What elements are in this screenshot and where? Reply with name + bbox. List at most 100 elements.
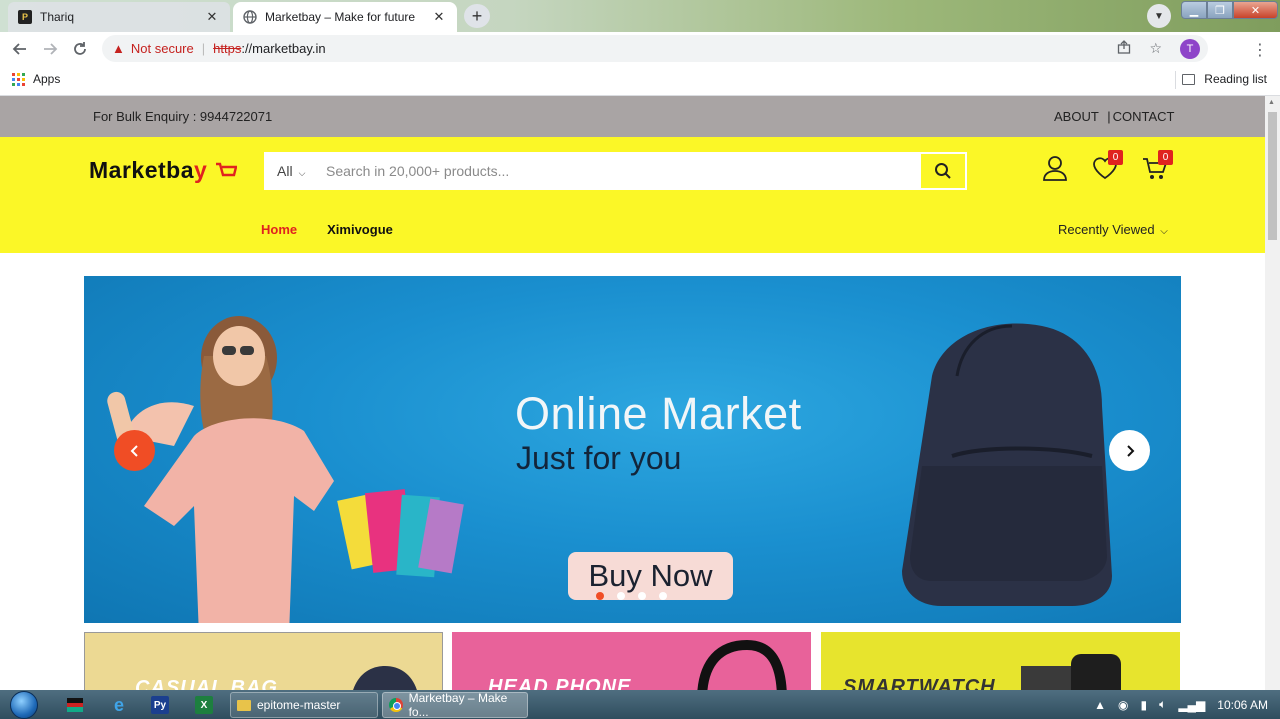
divider: |	[201, 41, 206, 56]
scrollbar-thumb[interactable]	[1268, 112, 1277, 240]
backpack-image	[902, 323, 1112, 606]
python-app-icon[interactable]: Py	[151, 696, 169, 714]
nav-home[interactable]: Home	[261, 222, 297, 237]
chrome-icon	[389, 698, 403, 712]
carousel-next-button[interactable]	[1109, 430, 1150, 471]
page-scrollbar[interactable]: ▲	[1265, 96, 1280, 690]
not-secure-label[interactable]: Not secure	[131, 41, 194, 56]
carousel-dot[interactable]	[617, 592, 625, 600]
apps-label: Apps	[33, 72, 61, 86]
hero-carousel: Online Market Just for you Buy Now	[84, 276, 1181, 623]
hero-subtitle: Just for you	[516, 440, 682, 476]
recently-viewed-dropdown[interactable]: Recently Viewed ⌵	[1058, 222, 1168, 237]
top-links: ABOUT | CONTACT	[1054, 109, 1174, 124]
search-input[interactable]	[326, 156, 921, 186]
tab-title: Thariq	[40, 10, 75, 24]
minimize-button[interactable]: ▁	[1181, 1, 1207, 19]
main-nav: Home Ximivogue	[261, 222, 393, 237]
profile-avatar[interactable]: T	[1180, 38, 1200, 59]
about-link[interactable]: ABOUT	[1054, 109, 1099, 124]
wishlist-button[interactable]: 0	[1091, 150, 1123, 184]
forward-arrow-icon[interactable]	[38, 37, 62, 61]
chevron-left-icon	[130, 444, 138, 457]
category-tile-casual-bag[interactable]: CASUAL BAG	[84, 632, 443, 690]
windows-taskbar: e Py X epitome-master Marketbay – Make f…	[0, 690, 1280, 719]
reading-list-button[interactable]: Reading list	[1182, 72, 1267, 86]
scroll-up-icon[interactable]: ▲	[1268, 99, 1275, 106]
search-category-value: All	[277, 163, 293, 179]
window-controls: ▁ ❐ ✕	[1181, 1, 1278, 19]
carousel-dot[interactable]	[596, 592, 604, 600]
carousel-dot[interactable]	[638, 592, 646, 600]
chrome-tray-icon[interactable]: ◉	[1118, 698, 1128, 712]
url-omnibox[interactable]: ▲ Not secure | https ://marketbay.in ☆ T	[102, 35, 1208, 62]
contact-link[interactable]: CONTACT	[1113, 109, 1175, 124]
carousel-dot[interactable]	[659, 592, 667, 600]
tab-search-chevron-icon[interactable]: ▼	[1147, 4, 1171, 28]
chevron-down-icon: ⌵	[298, 168, 306, 178]
bulk-enquiry-text: For Bulk Enquiry : 9944722071	[93, 109, 273, 124]
menu-kebab-icon[interactable]: ⋮	[1252, 40, 1268, 60]
tray-expand-icon[interactable]: ▲	[1094, 698, 1106, 712]
tab-marketbay[interactable]: Marketbay – Make for future ✕	[233, 2, 457, 32]
hero-title: Online Market	[515, 388, 802, 439]
clock-time[interactable]: 10:06 AM	[1217, 698, 1268, 712]
new-tab-button[interactable]: +	[464, 4, 490, 28]
back-arrow-icon[interactable]	[8, 37, 32, 61]
divider	[1175, 71, 1176, 89]
tab-thariq[interactable]: P Thariq ✕	[8, 2, 230, 32]
start-button[interactable]	[5, 690, 43, 719]
tab-favicon-icon: P	[18, 10, 32, 24]
omnibox-actions: ☆ T	[1117, 35, 1200, 62]
site-header: Marketbay All ⌵ 0 0 Home Ximivogue	[0, 137, 1265, 253]
category-tile-head-phone[interactable]: HEAD PHONE	[452, 632, 811, 690]
page-viewport: For Bulk Enquiry : 9944722071 ABOUT | CON…	[0, 96, 1265, 690]
search-button[interactable]	[921, 154, 965, 188]
taskbar-item-label: Marketbay – Make fo...	[408, 691, 508, 719]
flag-app-icon[interactable]	[64, 694, 86, 716]
close-icon[interactable]: ✕	[204, 9, 220, 25]
taskbar-item-chrome[interactable]: Marketbay – Make fo...	[382, 691, 528, 719]
wishlist-count-badge: 0	[1108, 150, 1123, 165]
network-icon[interactable]: ▂▄▆	[1178, 698, 1205, 712]
carousel-prev-button[interactable]	[114, 430, 155, 471]
tab-title: Marketbay – Make for future	[265, 10, 416, 24]
search-category-select[interactable]: All ⌵	[266, 163, 326, 179]
close-icon[interactable]: ✕	[431, 9, 447, 25]
tile-label: HEAD PHONE	[488, 676, 632, 690]
account-button[interactable]	[1041, 154, 1071, 184]
tile-label: CASUAL BAG	[135, 677, 278, 690]
folder-icon	[237, 699, 251, 711]
close-window-button[interactable]: ✕	[1233, 1, 1278, 19]
tile-label: SMARTWATCH	[843, 676, 996, 690]
nav-ximivogue[interactable]: Ximivogue	[327, 222, 393, 237]
carousel-dots	[596, 592, 667, 600]
search-bar: All ⌵	[264, 152, 967, 190]
cart-button[interactable]: 0	[1141, 150, 1173, 184]
bookmark-star-icon[interactable]: ☆	[1149, 40, 1162, 57]
logo-accent: y	[193, 157, 208, 183]
apps-shortcut[interactable]: Apps	[12, 72, 60, 86]
address-bar-row: ▲ Not secure | https ://marketbay.in ☆ T…	[0, 32, 1280, 65]
chevron-right-icon	[1126, 444, 1134, 457]
top-info-strip: For Bulk Enquiry : 9944722071 ABOUT | CON…	[0, 96, 1265, 137]
warning-icon: ▲	[112, 41, 125, 56]
excel-icon[interactable]: X	[195, 696, 213, 714]
recently-viewed-label: Recently Viewed	[1058, 222, 1155, 237]
reload-icon[interactable]	[68, 37, 92, 61]
volume-icon[interactable]: 🔈︎	[1159, 697, 1166, 712]
reading-list-label: Reading list	[1204, 72, 1267, 86]
logo-cart-icon	[216, 162, 238, 177]
share-icon[interactable]	[1117, 40, 1131, 57]
internet-explorer-icon[interactable]: e	[108, 694, 130, 716]
battery-icon[interactable]: ▮	[1141, 698, 1148, 712]
taskbar-item-epitome[interactable]: epitome-master	[230, 692, 378, 718]
marketbay-logo[interactable]: Marketbay	[89, 157, 238, 184]
category-tile-smartwatch[interactable]: SMARTWATCH	[821, 632, 1180, 690]
smartwatch-image	[1021, 654, 1121, 690]
url-host: ://marketbay.in	[241, 41, 326, 56]
apps-grid-icon	[12, 72, 25, 86]
cart-count-badge: 0	[1158, 150, 1173, 165]
maximize-button[interactable]: ❐	[1207, 1, 1233, 19]
user-icon	[1043, 156, 1067, 181]
